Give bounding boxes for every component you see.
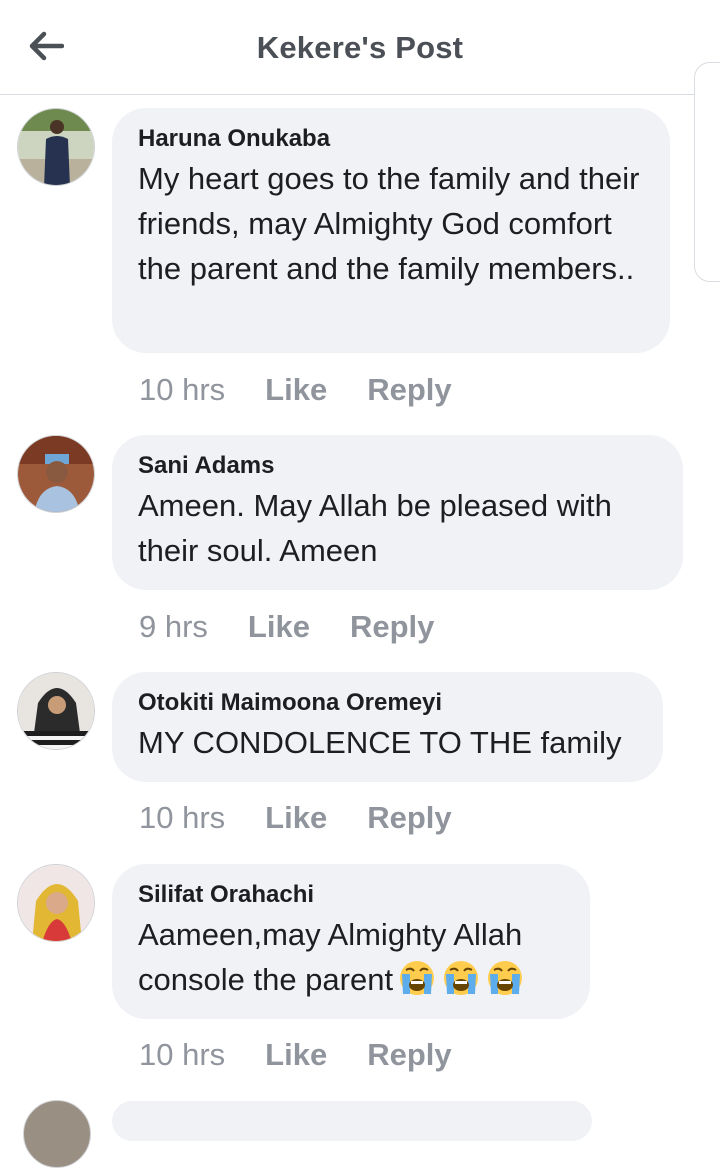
loudly-crying-face-icon — [488, 961, 523, 995]
like-button[interactable]: Like — [265, 1037, 327, 1073]
commenter-name[interactable]: Silifat Orahachi — [138, 880, 564, 910]
reply-button[interactable]: Reply — [350, 609, 434, 645]
loudly-crying-face-icon — [400, 961, 435, 995]
comment-time: 10 hrs — [139, 372, 226, 407]
comment-text: My heart goes to the family and their fr… — [138, 161, 640, 286]
commenter-name[interactable]: Otokiti Maimoona Oremeyi — [138, 688, 637, 718]
comment-time: 9 hrs — [139, 609, 208, 644]
avatar[interactable] — [17, 435, 95, 513]
like-button[interactable]: Like — [248, 609, 310, 645]
avatar[interactable] — [17, 672, 95, 750]
comment-bubble: Silifat Orahachi Aameen,may Almighty All… — [112, 864, 590, 1019]
page-title: Kekere's Post — [256, 30, 464, 65]
top-bar: Kekere's Post — [0, 0, 720, 95]
comment-actions: 10 hrs Like Reply — [139, 1037, 452, 1073]
comment-time: 10 hrs — [139, 1037, 226, 1072]
comment-time: 10 hrs — [139, 800, 226, 835]
avatar-photo — [18, 865, 94, 941]
avatar[interactable] — [17, 864, 95, 942]
comment-bubble: Otokiti Maimoona Oremeyi MY CONDOLENCE T… — [112, 672, 663, 782]
comment-actions: 9 hrs Like Reply — [139, 609, 434, 645]
avatar-photo — [18, 673, 94, 749]
avatar-photo — [18, 436, 94, 512]
comment-bubble: Sani Adams Ameen. May Allah be pleased w… — [112, 435, 683, 590]
comment-actions: 10 hrs Like Reply — [139, 800, 452, 836]
emoji-group — [393, 961, 525, 997]
comment-text: Aameen,may Almighty Allah console the pa… — [138, 912, 564, 1002]
avatar[interactable] — [23, 1100, 91, 1168]
comment-text: Ameen. May Allah be pleased with their s… — [138, 488, 612, 568]
reply-button[interactable]: Reply — [367, 1037, 451, 1073]
comment-actions: 10 hrs Like Reply — [139, 372, 452, 408]
loudly-crying-face-icon — [444, 961, 479, 995]
reply-button[interactable]: Reply — [367, 372, 451, 408]
commenter-name[interactable]: Sani Adams — [138, 451, 657, 481]
comment-text: MY CONDOLENCE TO THE family — [138, 725, 622, 760]
like-button[interactable]: Like — [265, 372, 327, 408]
avatar-photo — [18, 109, 94, 185]
comment-bubble — [112, 1101, 592, 1141]
commenter-name[interactable]: Haruna Onukaba — [138, 124, 644, 154]
reply-button[interactable]: Reply — [367, 800, 451, 836]
like-button[interactable]: Like — [265, 800, 327, 836]
avatar[interactable] — [17, 108, 95, 186]
comment-bubble: Haruna Onukaba My heart goes to the fami… — [112, 108, 670, 353]
side-panel-edge — [694, 62, 720, 282]
